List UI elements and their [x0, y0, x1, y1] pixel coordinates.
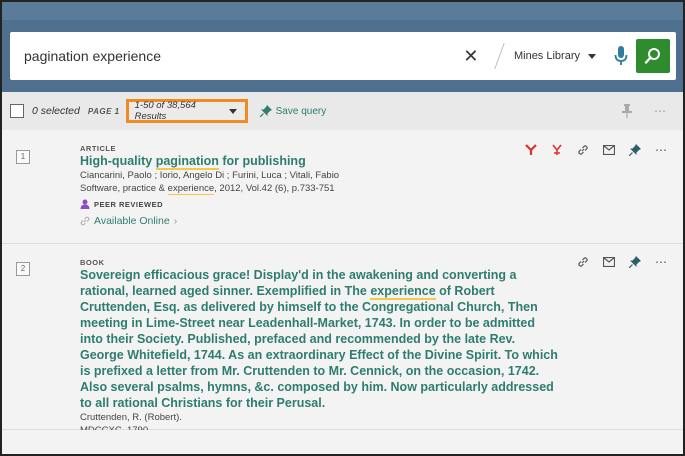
scope-dropdown[interactable]: Mines Library: [504, 32, 606, 80]
more-options-icon[interactable]: ⋯: [654, 104, 667, 118]
available-online-link[interactable]: Available Online ›: [80, 215, 553, 227]
pushpin-icon[interactable]: [622, 104, 632, 118]
peer-reviewed-badge: PEER REVIEWED: [80, 199, 553, 209]
availability-label: Available Online: [94, 215, 170, 227]
toolbar-actions: ⋯: [622, 104, 667, 118]
result-source: Software, practice & experience, 2012, V…: [80, 182, 553, 195]
peer-reviewed-label: PEER REVIEWED: [94, 199, 164, 209]
selected-count: 0 selected: [32, 105, 80, 117]
results-footer: [2, 430, 683, 454]
email-icon[interactable]: [603, 256, 615, 268]
pin-icon[interactable]: [629, 144, 641, 156]
result-body: BOOK Sovereign efficacious grace! Displa…: [80, 258, 559, 437]
pin-icon[interactable]: [629, 256, 641, 268]
title-text: of Robert Cruttenden, Esq. as delivered …: [80, 284, 558, 410]
save-query-label: Save query: [275, 105, 327, 117]
search-icon: [644, 48, 660, 64]
search-input[interactable]: [10, 32, 460, 80]
title-highlight: pagination: [155, 154, 219, 170]
result-type: BOOK: [80, 258, 105, 267]
header-stripe: [2, 2, 683, 20]
title-highlight: experience: [370, 284, 436, 300]
result-title-link[interactable]: Sovereign efficacious grace! Display'd i…: [80, 267, 559, 411]
results-range-label: 1-50 of 38,564 Results: [134, 100, 196, 122]
citation-export-icon[interactable]: [525, 144, 537, 156]
search-submit-button[interactable]: [636, 39, 670, 73]
scope-label: Mines Library: [513, 50, 580, 62]
save-query-button[interactable]: Save query: [259, 105, 327, 117]
result-title-link[interactable]: High-quality pagination for publishing: [80, 153, 553, 170]
source-highlight: experience: [167, 183, 215, 195]
results-toolbar: 0 selected PAGE 1 1-50 of 38,564 Results…: [2, 92, 683, 130]
more-options-icon[interactable]: ⋯: [655, 143, 667, 157]
permalink-icon[interactable]: [577, 256, 589, 268]
pin-icon: [259, 105, 272, 117]
microphone-icon: [614, 46, 628, 65]
result-authors: Ciancarini, Paolo ; Iorio, Angelo Di ; F…: [80, 170, 340, 181]
select-all-checkbox[interactable]: [10, 104, 24, 118]
result-actions: ⋯: [525, 143, 667, 157]
separator: [481, 43, 505, 69]
results-range-dropdown[interactable]: 1-50 of 38,564 Results: [125, 99, 248, 123]
title-text: High-quality: [80, 154, 156, 168]
permalink-icon[interactable]: [577, 144, 589, 156]
title-text: for publishing: [218, 154, 306, 168]
result-number: 2: [16, 262, 30, 276]
chevron-down-icon: [588, 53, 596, 59]
result-number: 1: [16, 150, 30, 164]
result-type: ARTICLE: [80, 144, 116, 153]
result-actions: ⋯: [577, 255, 667, 269]
more-options-icon[interactable]: ⋯: [655, 255, 667, 269]
search-results-page: ✕ Mines Library 0 selected PAGE 1 1-50 o…: [0, 0, 685, 456]
clear-search-button[interactable]: ✕: [460, 32, 482, 80]
peer-reviewed-icon: [80, 199, 90, 209]
source-text: Software, practice &: [80, 183, 168, 194]
result-item: 2 BOOK Sovereign efficacious grace! Disp…: [2, 244, 683, 436]
chevron-right-icon: ›: [173, 215, 178, 227]
citation-tool-icon[interactable]: [551, 144, 563, 156]
source-text: , 2012, Vol.42 (6), p.733-751: [214, 183, 335, 194]
link-icon: [80, 216, 90, 226]
search-bar: ✕ Mines Library: [10, 32, 676, 80]
chevron-down-icon: [228, 108, 237, 114]
email-icon[interactable]: [603, 144, 615, 156]
page-label: PAGE 1: [87, 106, 120, 116]
voice-search-button[interactable]: [606, 32, 636, 80]
result-item: 1 ARTICLE High-quality pagination for pu…: [2, 130, 683, 244]
result-body: ARTICLE High-quality pagination for publ…: [80, 144, 553, 227]
result-authors: Cruttenden, R. (Robert).: [80, 412, 182, 423]
